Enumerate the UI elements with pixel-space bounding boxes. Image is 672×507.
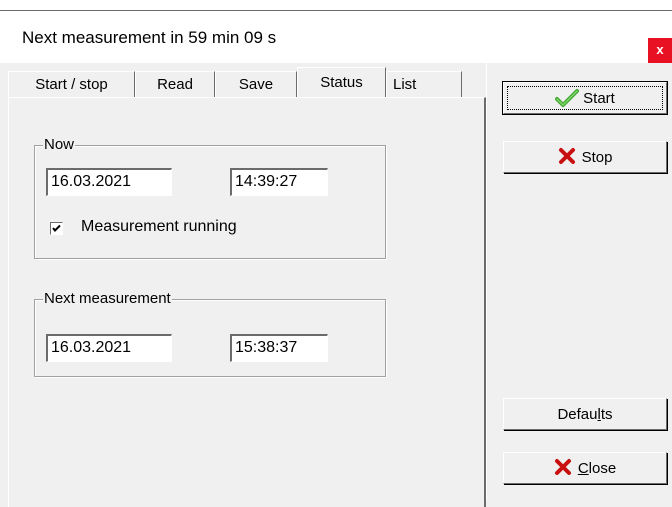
next-time-field[interactable]: 15:38:37 [230,334,328,362]
defaults-button[interactable]: Defaults [503,398,667,430]
now-group: Now [34,136,386,259]
window-close-button[interactable]: x [648,38,672,64]
tab-start-stop[interactable]: Start / stop [8,71,135,97]
start-button[interactable]: Start [502,81,668,115]
defaults-button-label: Defaults [557,405,613,423]
now-group-legend: Now [43,136,76,154]
now-time-field[interactable]: 14:39:27 [230,168,328,196]
stop-button[interactable]: Stop [503,141,667,173]
checkbox-check-icon [52,224,61,232]
window-title: Next measurement in 59 min 09 s [22,28,277,47]
focus-rectangle [507,86,663,110]
next-date-field[interactable]: 16.03.2021 [46,334,172,362]
tab-read[interactable]: Read [135,71,215,97]
x-mark-icon [558,147,576,167]
panel-separator [486,63,487,500]
next-measurement-legend: Next measurement [43,290,172,308]
tab-status[interactable]: Status [297,67,386,97]
tab-list[interactable]: List [386,71,462,97]
close-button[interactable]: Close [503,452,667,484]
title-bar: Next measurement in 59 min 09 s x [0,11,672,64]
tab-save[interactable]: Save [215,71,297,97]
stop-button-label: Stop [581,148,613,166]
now-date-field[interactable]: 16.03.2021 [46,168,172,196]
x-mark-icon [554,458,572,478]
close-button-label: Close [577,459,617,477]
measurement-running-label: Measurement running [81,218,237,235]
measurement-running-checkbox[interactable] [50,222,63,235]
window-top-edge [0,0,672,11]
